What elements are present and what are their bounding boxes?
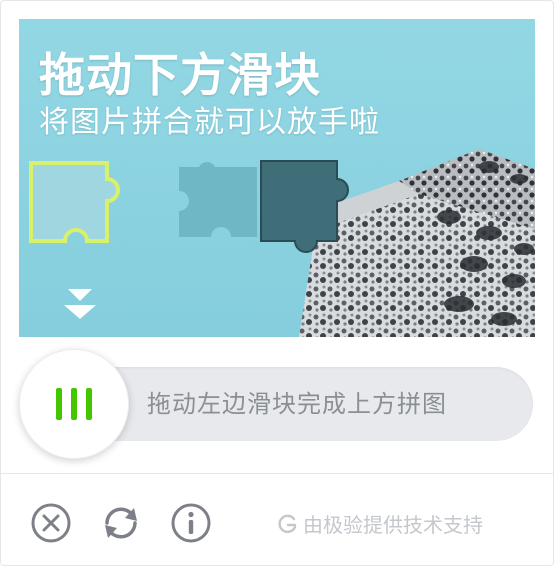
puzzle-piece[interactable] xyxy=(29,161,120,243)
slider-handle[interactable] xyxy=(19,349,129,459)
puzzle-subtitle: 将图片拼合就可以放手啦 xyxy=(39,105,380,140)
geetest-logo-icon xyxy=(278,514,297,534)
close-button[interactable] xyxy=(29,501,73,545)
slider-hint: 拖动左边滑块完成上方拼图 xyxy=(147,390,447,418)
info-button[interactable] xyxy=(169,501,213,545)
puzzle-image: 拖动下方滑块 将图片拼合就可以放手啦 xyxy=(19,19,535,337)
grip-icon xyxy=(56,388,92,420)
brand-text: 由极验提供技术支持 xyxy=(303,513,483,537)
footer-divider xyxy=(1,473,554,474)
captcha-widget: 拖动下方滑块 将图片拼合就可以放手啦 拖动左边滑块完成上方拼图 由极验提供技术支… xyxy=(0,0,554,566)
refresh-button[interactable] xyxy=(99,501,143,545)
refresh-icon xyxy=(105,507,137,539)
puzzle-target-slot xyxy=(260,160,349,253)
puzzle-title: 拖动下方滑块 xyxy=(39,48,321,102)
puzzle-decoy-slot xyxy=(179,162,257,237)
info-icon xyxy=(171,503,211,543)
brand-link[interactable]: 由极验提供技术支持 xyxy=(277,509,483,541)
close-circle-icon xyxy=(31,503,71,543)
